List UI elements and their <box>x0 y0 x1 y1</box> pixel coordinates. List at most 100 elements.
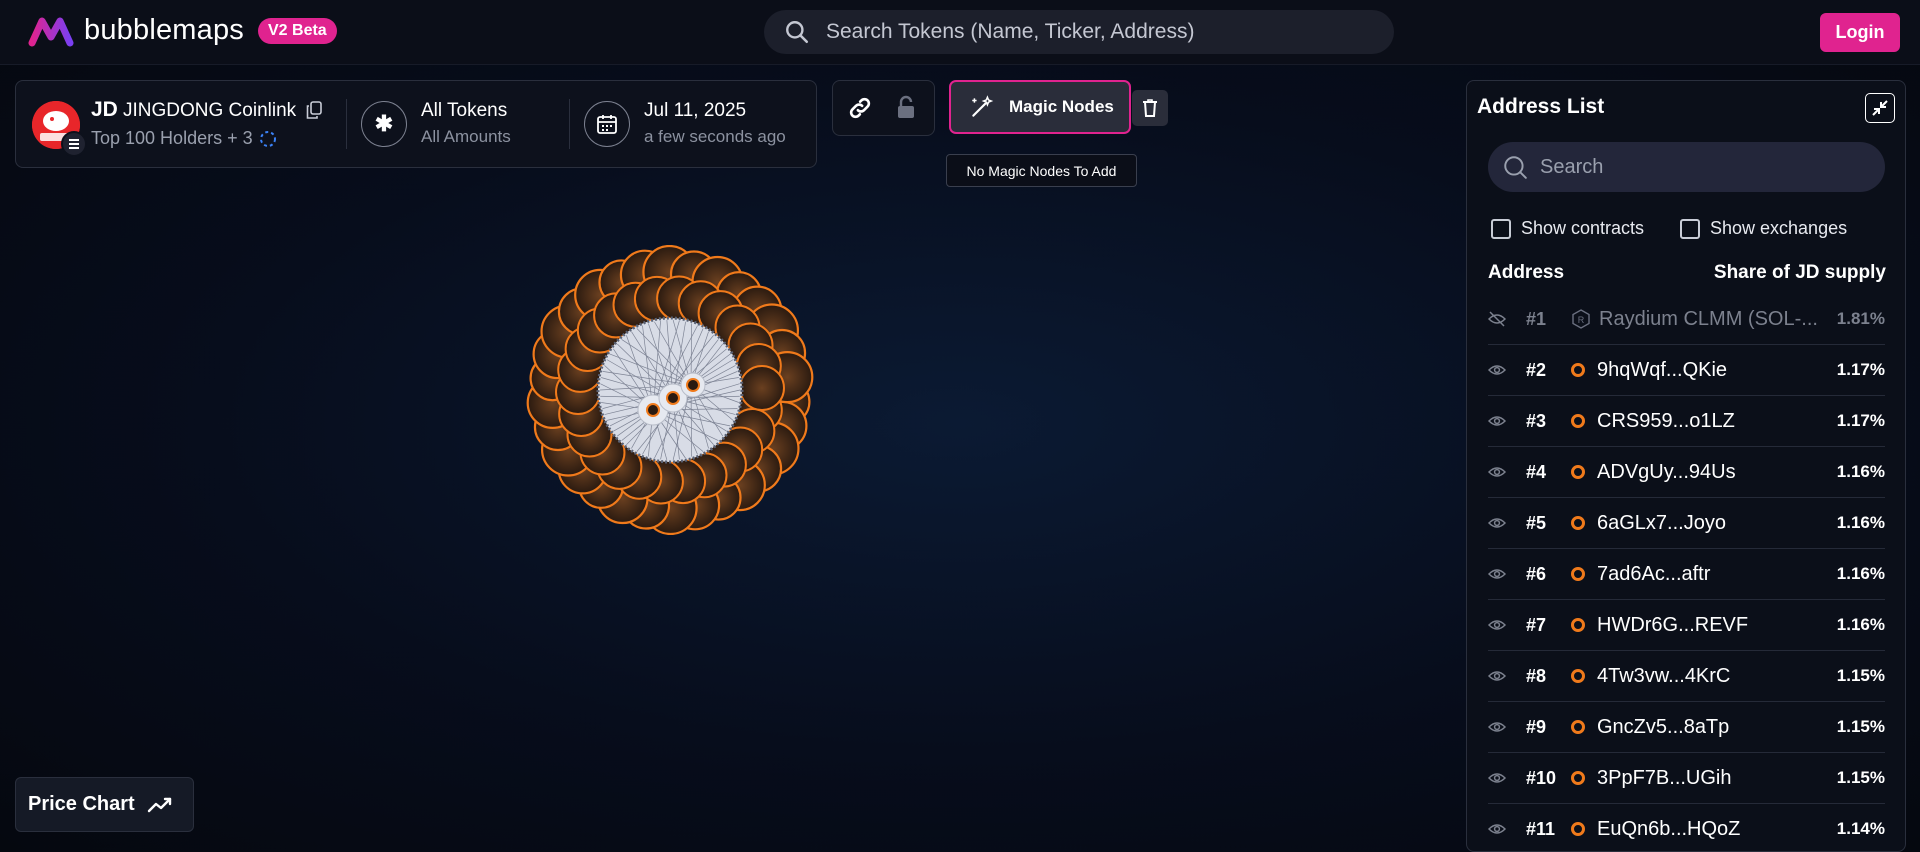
calendar-icon[interactable] <box>584 101 630 147</box>
address-row[interactable]: #9 GncZv5...8aTp 1.15% <box>1488 702 1885 753</box>
row-rank: #11 <box>1526 818 1556 839</box>
search-icon <box>1504 156 1527 179</box>
row-share: 1.17% <box>1836 360 1885 379</box>
address-row[interactable]: #8 4Tw3vw...4KrC 1.15% <box>1488 651 1885 702</box>
eye-off-icon[interactable] <box>1488 311 1510 327</box>
address-row[interactable]: #4 ADVgUy...94Us 1.16% <box>1488 447 1885 498</box>
contract-hex-icon: R <box>1571 309 1591 329</box>
eye-icon[interactable] <box>1488 669 1510 683</box>
row-share: 1.16% <box>1836 564 1885 583</box>
row-rank: #2 <box>1526 359 1547 380</box>
bubble-color-dot <box>1571 618 1585 632</box>
address-row[interactable]: #10 3PpF7B...UGih 1.15% <box>1488 753 1885 804</box>
address-list-panel: Address List Show contracts Show exchang… <box>1466 80 1906 852</box>
logo[interactable]: bubblemaps V2 Beta <box>28 14 337 47</box>
checkbox-box[interactable] <box>1680 218 1700 239</box>
row-address[interactable]: 4Tw3vw...4KrC <box>1597 665 1837 688</box>
collapse-icon <box>1872 100 1888 116</box>
copy-icon[interactable] <box>306 101 322 124</box>
login-button[interactable]: Login <box>1820 13 1900 52</box>
price-chart-button[interactable]: Price Chart <box>15 777 194 832</box>
address-row[interactable]: #3 CRS959...o1LZ 1.17% <box>1488 396 1885 447</box>
eye-icon[interactable] <box>1488 822 1510 836</box>
bubble-color-dot <box>1571 414 1585 428</box>
eye-icon[interactable] <box>1488 771 1510 785</box>
row-address[interactable]: 3PpF7B...UGih <box>1597 767 1837 790</box>
holder-bubble[interactable] <box>738 365 785 412</box>
row-rank: #5 <box>1526 512 1547 533</box>
beta-badge: V2 Beta <box>258 17 337 44</box>
row-address[interactable]: Raydium CLMM (SOL-... <box>1599 308 1837 331</box>
collapse-panel-button[interactable] <box>1865 93 1895 123</box>
row-address[interactable]: GncZv5...8aTp <box>1597 716 1837 739</box>
bubble-color-dot <box>1571 363 1585 377</box>
bubble-color-dot <box>1571 669 1585 683</box>
address-row[interactable]: #2 9hqWqf...QKie 1.17% <box>1488 345 1885 396</box>
token-search-input[interactable] <box>824 19 1368 45</box>
row-share: 1.15% <box>1836 666 1885 685</box>
eye-icon[interactable] <box>1488 465 1510 479</box>
row-share: 1.17% <box>1836 411 1885 430</box>
eye-icon[interactable] <box>1488 567 1510 581</box>
eye-icon[interactable] <box>1488 363 1510 377</box>
token-filter-title[interactable]: All Tokens <box>421 100 507 122</box>
address-search[interactable] <box>1488 142 1885 192</box>
row-share: 1.14% <box>1836 819 1885 838</box>
row-share: 1.15% <box>1836 717 1885 736</box>
row-rank: #4 <box>1526 461 1547 482</box>
svg-text:R: R <box>1578 315 1585 325</box>
unlock-icon[interactable] <box>894 95 918 126</box>
row-address[interactable]: CRS959...o1LZ <box>1597 410 1837 433</box>
token-search-bar[interactable] <box>764 10 1394 54</box>
address-row[interactable]: #11 EuQn6b...HQoZ 1.14% <box>1488 804 1885 851</box>
date-sub: a few seconds ago <box>644 127 786 146</box>
holder-bubble[interactable] <box>686 378 700 392</box>
row-address[interactable]: 6aGLx7...Joyo <box>1597 512 1837 535</box>
address-row[interactable]: #7 HWDr6G...REVF 1.16% <box>1488 600 1885 651</box>
bubble-color-dot <box>1571 822 1585 836</box>
magic-nodes-button[interactable]: Magic Nodes <box>949 80 1131 134</box>
row-address[interactable]: ADVgUy...94Us <box>1597 461 1837 484</box>
row-address[interactable]: 7ad6Ac...aftr <box>1597 563 1837 586</box>
row-rank: #3 <box>1526 410 1547 431</box>
price-chart-label: Price Chart <box>28 793 135 815</box>
holders-selector[interactable]: Top 100 Holders + 3 <box>91 128 277 149</box>
link-icon[interactable] <box>847 95 873 126</box>
bubble-color-dot <box>1571 516 1585 530</box>
date-title[interactable]: Jul 11, 2025 <box>644 100 746 122</box>
show-exchanges-label: Show exchanges <box>1710 218 1848 238</box>
address-row[interactable]: #6 7ad6Ac...aftr 1.16% <box>1488 549 1885 600</box>
show-contracts-label: Show contracts <box>1521 218 1645 238</box>
show-exchanges-checkbox[interactable]: Show exchanges <box>1680 218 1847 239</box>
bubblemaps-logo-icon <box>28 17 74 46</box>
eye-icon[interactable] <box>1488 720 1510 734</box>
eye-icon[interactable] <box>1488 516 1510 530</box>
holder-bubble[interactable] <box>666 391 680 405</box>
row-address[interactable]: EuQn6b...HQoZ <box>1597 818 1837 841</box>
row-share: 1.81% <box>1836 309 1885 328</box>
row-share: 1.16% <box>1836 615 1885 634</box>
eye-icon[interactable] <box>1488 414 1510 428</box>
solana-chain-icon <box>61 131 87 157</box>
row-rank: #1 <box>1526 308 1547 329</box>
row-rank: #9 <box>1526 716 1547 737</box>
show-contracts-checkbox[interactable]: Show contracts <box>1491 218 1644 239</box>
checkbox-box[interactable] <box>1491 218 1511 239</box>
eye-icon[interactable] <box>1488 618 1510 632</box>
address-row[interactable]: #5 6aGLx7...Joyo 1.16% <box>1488 498 1885 549</box>
asterisk-icon[interactable]: ✱ <box>361 101 407 147</box>
holder-bubble[interactable] <box>646 403 660 417</box>
address-list-title: Address List <box>1477 95 1605 118</box>
bubble-color-dot <box>1571 771 1585 785</box>
bubble-color-dot <box>1571 720 1585 734</box>
magic-wand-icon <box>972 95 994 117</box>
row-address[interactable]: 9hqWqf...QKie <box>1597 359 1837 382</box>
delete-button[interactable] <box>1132 90 1168 126</box>
loading-spinner-icon <box>259 130 276 147</box>
bubble-map-cluster[interactable] <box>525 245 815 535</box>
magic-nodes-tooltip: No Magic Nodes To Add <box>946 154 1137 187</box>
row-address[interactable]: HWDr6G...REVF <box>1597 614 1837 637</box>
address-search-input[interactable] <box>1538 154 1872 180</box>
address-row[interactable]: #1 R Raydium CLMM (SOL-... 1.81% <box>1488 294 1885 345</box>
token-info-card: JD JINGDONG Coinlink Top 100 Holders + 3… <box>15 80 817 168</box>
